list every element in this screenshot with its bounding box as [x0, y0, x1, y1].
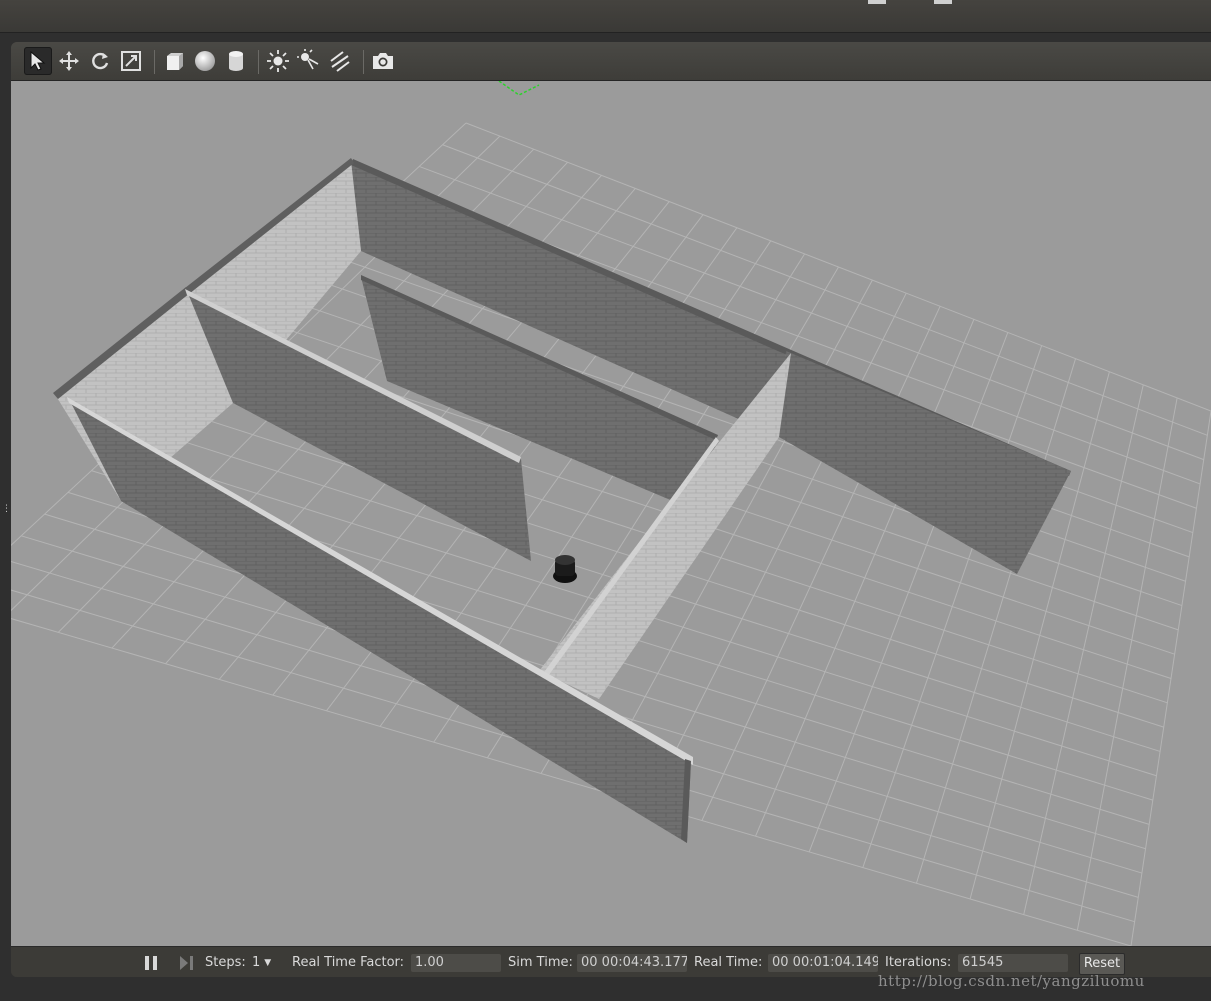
screenshot-button[interactable] — [369, 47, 397, 75]
real-time-field[interactable]: 00 00:01:04.149 — [768, 954, 878, 972]
scene-canvas[interactable] — [11, 81, 1211, 946]
watermark: http://blog.csdn.net/yangziluomu — [878, 972, 1145, 990]
rotate-icon — [92, 52, 109, 70]
cylinder-icon — [229, 51, 243, 71]
scale-mode-button[interactable] — [117, 47, 145, 75]
toolbar-separator — [363, 50, 364, 74]
scale-icon — [121, 51, 141, 71]
title-bar-control[interactable] — [868, 0, 886, 4]
toolbar — [11, 42, 1211, 81]
rotate-mode-button[interactable] — [86, 47, 114, 75]
directional-light-icon — [330, 51, 350, 72]
iterations-field[interactable]: 61545 — [958, 954, 1068, 972]
step-icon — [180, 955, 193, 970]
point-light-button[interactable] — [264, 47, 292, 75]
sun-icon — [267, 50, 289, 72]
sphere-button[interactable] — [191, 47, 219, 75]
steps-stepper[interactable]: 1 ▼ — [252, 947, 271, 977]
gazebo-window: Steps: 1 ▼ Real Time Factor: 1.00 Sim Ti… — [11, 42, 1211, 977]
steps-value: 1 — [252, 955, 261, 970]
toolbar-separator — [154, 50, 155, 74]
chevron-down-icon: ▼ — [264, 957, 272, 968]
translate-mode-button[interactable] — [55, 47, 83, 75]
sphere-icon — [195, 51, 215, 71]
real-time-label: Real Time: — [694, 955, 763, 970]
spot-light-button[interactable] — [295, 47, 323, 75]
toolbar-separator — [258, 50, 259, 74]
title-bar-control[interactable] — [934, 0, 952, 4]
step-button[interactable] — [177, 947, 195, 977]
box-icon — [167, 53, 183, 70]
cylinder-button[interactable] — [222, 47, 250, 75]
select-mode-button[interactable] — [24, 47, 52, 75]
pause-button[interactable] — [142, 947, 160, 977]
robot-model[interactable] — [553, 555, 577, 583]
panel-resize-handle[interactable]: ⋮ — [2, 505, 11, 514]
3d-viewport[interactable] — [11, 81, 1211, 946]
sim-time-field[interactable]: 00 00:04:43.177 — [577, 954, 687, 972]
directional-light-button[interactable] — [326, 47, 354, 75]
camera-icon — [373, 53, 393, 69]
pause-icon — [145, 955, 157, 970]
spotlight-icon — [297, 49, 319, 70]
real-time-factor-label: Real Time Factor: — [292, 955, 405, 970]
box-button[interactable] — [160, 47, 188, 75]
steps-label: Steps: — [205, 955, 246, 970]
real-time-factor-field[interactable]: 1.00 — [411, 954, 501, 972]
move-arrows-icon — [59, 51, 79, 71]
window-title-bar — [0, 0, 1211, 33]
sim-time-label: Sim Time: — [508, 955, 573, 970]
arrow-cursor-icon — [30, 50, 46, 71]
